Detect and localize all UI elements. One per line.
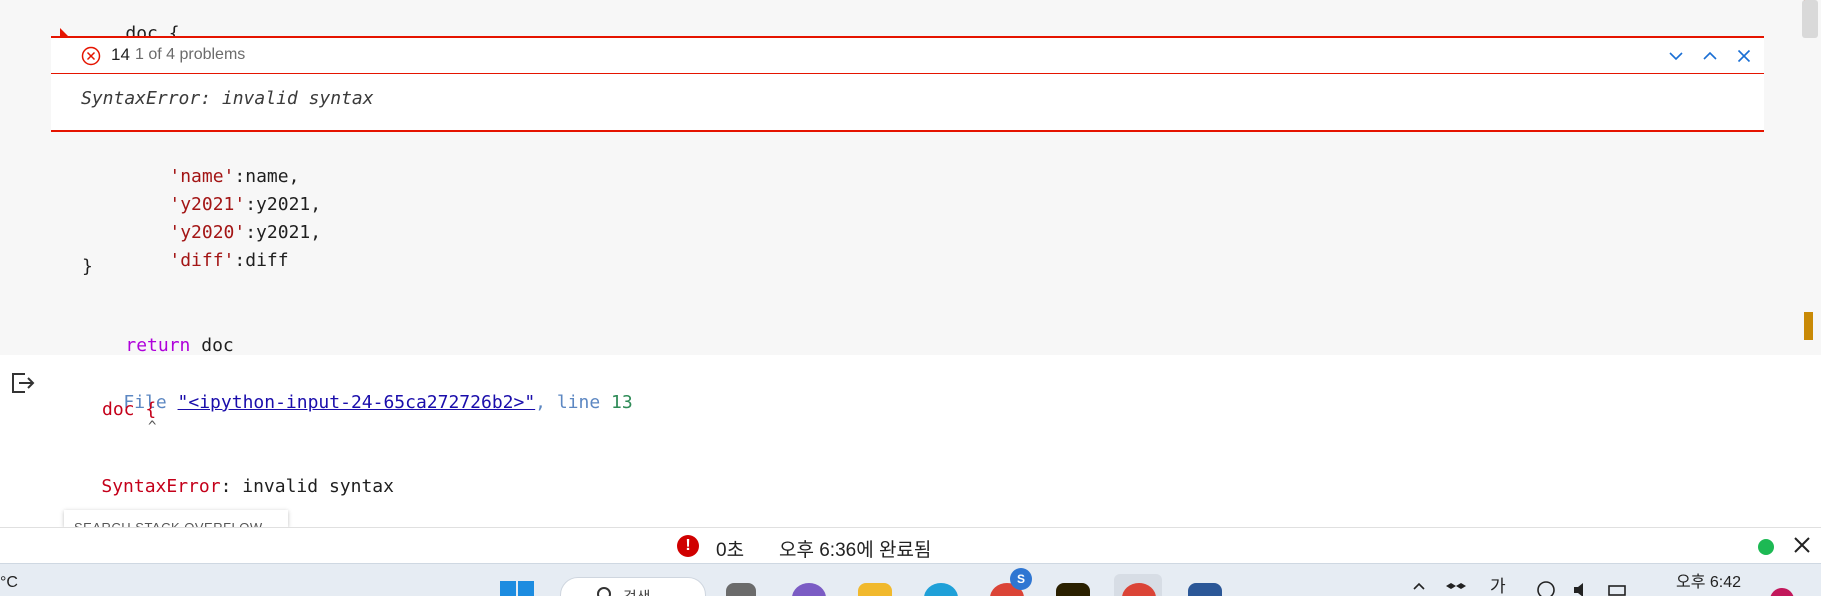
dict-key: 'diff' <box>169 250 235 271</box>
cell-output: File "<ipython-input-24-65ca272726b2>", … <box>0 355 1821 527</box>
problem-peek-header: 14 1 of 4 problems <box>51 38 1764 74</box>
task-view-icon[interactable] <box>726 583 756 596</box>
editor-scrollbar[interactable] <box>1802 0 1818 38</box>
chevron-up-icon <box>1703 51 1717 60</box>
elapsed-time: 0초 <box>716 540 745 561</box>
code-cell-editor[interactable]: doc { 'name':name, 'y2021':y2021, 'y2020… <box>0 0 1798 356</box>
problem-message: SyntaxError: invalid syntax <box>81 88 374 109</box>
notification-icon[interactable] <box>1770 588 1794 596</box>
traceback-file-link[interactable]: "<ipython-input-24-65ca272726b2>" <box>178 392 536 413</box>
line-number: 13 <box>611 392 633 413</box>
execution-status-bar: ! 0초 오후 6:36에 완료됨 <box>0 527 1821 563</box>
completed-time: 오후 6:36에 완료됨 <box>779 540 932 561</box>
return-identifier: doc <box>201 335 234 356</box>
error-type: SyntaxError <box>101 476 221 497</box>
profile-badge: S <box>1010 568 1032 590</box>
code-line-close-brace: } <box>82 256 93 277</box>
error-marker-icon <box>60 28 68 36</box>
search-icon <box>597 587 611 596</box>
traceback-file-line: File "<ipython-input-24-65ca272726b2>", … <box>80 371 633 434</box>
problem-count: 1 of 4 problems <box>135 46 246 63</box>
ime-indicator[interactable]: 가 <box>1490 572 1506 596</box>
traceback-code-line: doc { <box>102 399 157 420</box>
problem-code: 14 <box>111 45 130 64</box>
taskbar-search-box[interactable]: 검색 <box>560 577 706 596</box>
code-line-diff: 'diff':diff <box>126 229 289 292</box>
file-explorer-icon[interactable] <box>858 583 892 596</box>
edge-browser-icon[interactable] <box>924 583 958 596</box>
kakaotalk-icon[interactable] <box>1056 583 1090 596</box>
line-label: , line <box>535 392 612 413</box>
ruler-warning-mark <box>1804 312 1813 340</box>
search-label: 검색 <box>623 586 651 596</box>
error-status-icon: ! <box>677 535 699 557</box>
volume-icon[interactable] <box>1572 580 1592 596</box>
error-message: : invalid syntax <box>220 476 394 497</box>
error-circle-icon <box>81 46 101 66</box>
taskbar-clock[interactable]: 오후 6:42 <box>1676 568 1741 592</box>
dropbox-icon[interactable] <box>1446 580 1466 596</box>
return-keyword: return <box>125 335 191 356</box>
problem-peek-actions <box>1664 44 1756 68</box>
weather-temperature[interactable]: °C <box>0 574 18 592</box>
overview-ruler[interactable] <box>1798 0 1821 355</box>
problem-peek-widget: 14 1 of 4 problems SyntaxError: invalid … <box>51 36 1764 132</box>
close-peek-button[interactable] <box>1732 44 1756 68</box>
network-icon[interactable] <box>1536 580 1556 596</box>
battery-icon[interactable] <box>1608 580 1628 596</box>
search-stack-overflow-button[interactable]: SEARCH STACK OVERFLOW <box>64 510 288 527</box>
chevron-down-icon <box>1669 52 1683 61</box>
next-problem-button[interactable] <box>1664 44 1688 68</box>
dict-value: :diff <box>234 250 289 271</box>
chevron-up-tray-icon[interactable] <box>1412 580 1426 596</box>
teams-chat-icon[interactable] <box>792 583 826 596</box>
traceback-caret: ^ <box>148 419 157 435</box>
windows-start-icon[interactable] <box>500 581 536 596</box>
close-icon <box>1737 49 1751 63</box>
connection-status-icon <box>1758 539 1774 555</box>
previous-problem-button[interactable] <box>1698 44 1722 68</box>
output-toggle-icon[interactable] <box>10 371 36 395</box>
word-icon[interactable] <box>1188 583 1222 596</box>
close-status-icon[interactable] <box>1791 534 1813 556</box>
syntax-error-line: SyntaxError: invalid syntax <box>58 455 394 518</box>
windows-taskbar: °C 검색 S 가 오후 6:42 <box>0 563 1821 596</box>
